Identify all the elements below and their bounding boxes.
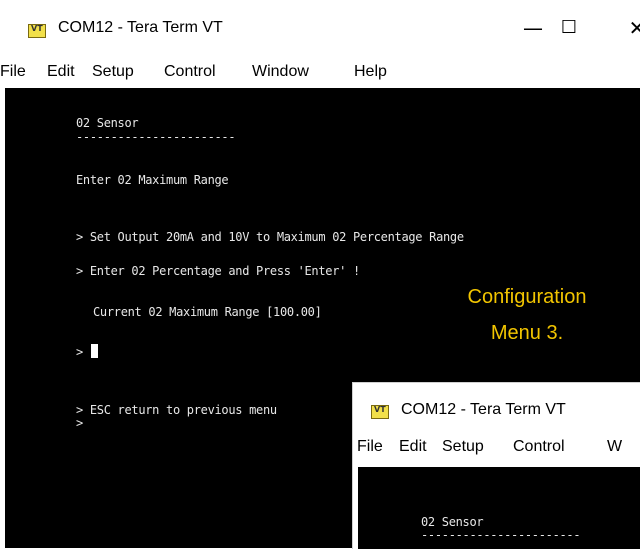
window-title: COM12 - Tera Term VT [58,19,223,36]
second-tera-term-window: VT COM12 - Tera Term VT File Edit Setup … [352,382,640,549]
maximize-icon[interactable]: ☐ [554,14,584,42]
tera-term-app-icon[interactable]: VT [371,405,389,419]
menu-window[interactable]: W [607,438,622,456]
tera-term-app-icon[interactable]: VT [28,24,46,38]
menu-control[interactable]: Control [513,438,565,456]
second-terminal-area[interactable]: 02 Sensor ----------------------- [358,467,640,549]
terminal-line: 02 Sensor [421,515,484,529]
text-cursor [91,344,98,358]
menu-edit[interactable]: Edit [47,63,75,81]
terminal-line: > Enter 02 Percentage and Press 'Enter' … [76,264,360,278]
menu-edit[interactable]: Edit [399,438,427,456]
second-title-bar[interactable]: VT COM12 - Tera Term VT [353,383,640,433]
menu-file[interactable]: File [0,63,26,81]
menu-setup[interactable]: Setup [442,438,484,456]
terminal-line: > [76,416,83,430]
terminal-line: ----------------------- [421,528,581,542]
close-icon[interactable]: ✕ [622,14,640,42]
second-menu-bar: File Edit Setup Control W [353,433,640,463]
menu-help[interactable]: Help [354,63,387,81]
title-bar[interactable]: VT COM12 - Tera Term VT — ☐ ✕ [0,0,640,56]
second-window-title: COM12 - Tera Term VT [401,401,566,418]
menu-file[interactable]: File [357,438,383,456]
terminal-line: > ESC return to previous menu [76,403,277,417]
menu-control[interactable]: Control [164,63,216,81]
menu-window[interactable]: Window [252,63,309,81]
terminal-line: ----------------------- [76,130,236,144]
menu-bar: File Edit Setup Control Window Help [0,58,640,88]
terminal-line: Enter 02 Maximum Range [76,173,229,187]
annotation-line-1: Configuration [467,286,587,308]
terminal-line: 02 Sensor [76,116,139,130]
menu-setup[interactable]: Setup [92,63,134,81]
terminal-line: Current 02 Maximum Range [100.00] [93,305,322,319]
minimize-icon[interactable]: — [518,14,548,42]
terminal-prompt: > [76,345,83,359]
terminal-line: > Set Output 20mA and 10V to Maximum 02 … [76,230,464,244]
annotation-line-2: Menu 3. [490,322,564,344]
